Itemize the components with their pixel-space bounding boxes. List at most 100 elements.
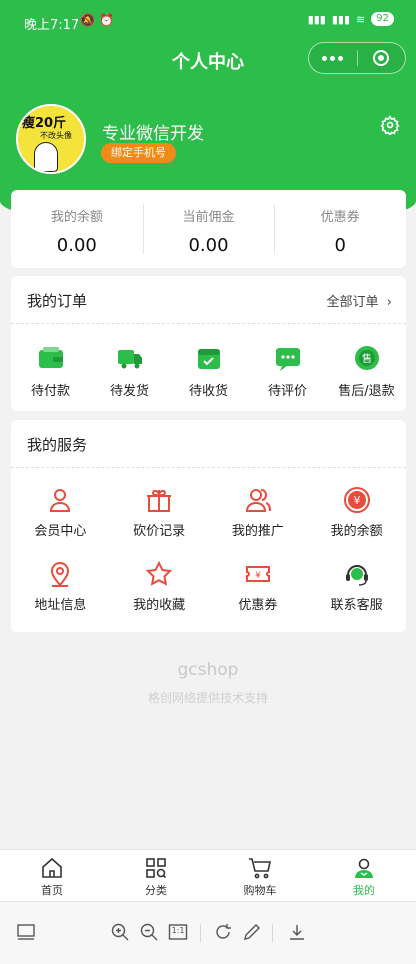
user-icon	[50, 489, 71, 512]
services-title: 我的服务	[27, 436, 88, 454]
my-services-card: 我的服务 会员中心 砍价记录 我的推广 ¥ 我的余额 地址信息 我的收藏 ¥ 优…	[11, 420, 406, 632]
more-dots-icon	[322, 55, 344, 61]
download-icon	[290, 925, 304, 940]
signal-icon: ▮▮▮	[307, 12, 326, 26]
footer-brand: gcshop	[177, 660, 239, 680]
star-icon	[145, 560, 173, 586]
order-after-sale[interactable]: 售 售后/退款	[327, 324, 406, 399]
user-nickname: 专业微信开发	[102, 124, 204, 144]
service-address[interactable]: 地址信息	[11, 542, 110, 616]
pencil-icon	[244, 924, 260, 940]
tab-cart[interactable]: 购物车	[208, 850, 312, 901]
order-item-label: 售后/退款	[338, 384, 395, 399]
download-button[interactable]	[287, 922, 307, 942]
coupon-icon: ¥	[245, 566, 270, 582]
service-item-label: 我的收藏	[133, 598, 186, 613]
battery-icon: 92	[371, 12, 394, 26]
stat-label: 当前佣金	[182, 210, 235, 225]
order-pending-shipment[interactable]: 待发货	[90, 324, 169, 399]
service-bargain-records[interactable]: 砍价记录	[110, 468, 209, 542]
settings-button[interactable]	[380, 115, 400, 137]
stat-value: 0.00	[188, 235, 229, 256]
stat-balance[interactable]: 我的余额 0.00	[11, 190, 143, 268]
status-time: 晚上7:17	[24, 18, 80, 33]
panel-icon	[17, 924, 35, 940]
order-item-label: 待收货	[188, 384, 228, 399]
profile-icon	[355, 858, 373, 878]
service-item-label: 地址信息	[34, 598, 87, 613]
service-item-label: 我的推广	[231, 524, 284, 539]
svg-text:¥: ¥	[353, 494, 360, 507]
wallet-icon	[38, 347, 63, 368]
signal-icon-2: ▮▮▮	[331, 12, 351, 26]
bind-phone-button[interactable]: 绑定手机号	[101, 143, 176, 163]
navbar: 个人中心	[0, 40, 416, 84]
stat-value: 0.00	[56, 235, 97, 256]
gift-icon	[147, 489, 172, 512]
chevron-right-icon: ›	[382, 295, 392, 310]
orders-title: 我的订单	[27, 292, 88, 310]
service-favorites[interactable]: 我的收藏	[110, 542, 209, 616]
footer-support-text: 格创网络提供技术支持	[147, 691, 268, 705]
order-pending-receipt[interactable]: 待收货	[169, 324, 248, 399]
stat-label: 我的余额	[50, 210, 103, 225]
stat-coupons[interactable]: 优惠券 0	[274, 190, 406, 268]
avatar[interactable]: 瘦20斤 不改头像	[16, 104, 86, 174]
balance-stats-card: 我的余额 0.00 当前佣金 0.00 优惠券 0	[11, 190, 406, 268]
truck-icon	[117, 350, 142, 369]
after-sale-icon: 售	[354, 346, 379, 370]
avatar-text-main: 瘦20斤	[22, 116, 67, 131]
service-my-balance[interactable]: ¥ 我的余额	[307, 468, 406, 542]
order-pending-payment[interactable]: 待付款	[11, 324, 90, 399]
zoom-in-button[interactable]	[110, 922, 130, 942]
zoom-reset-button[interactable]: 1:1	[168, 922, 188, 942]
status-bar: 晚上7:17 🔕⏰ ▮▮▮ ▮▮▮ ≋ 92	[0, 0, 416, 40]
mini-program-capsule	[308, 42, 406, 74]
location-pin-icon	[51, 562, 70, 587]
tab-label: 购物车	[243, 884, 277, 897]
comment-icon	[275, 348, 300, 371]
headset-icon	[345, 565, 368, 586]
close-mini-program-button[interactable]	[358, 43, 406, 73]
status-notification-icons: 🔕⏰	[80, 13, 118, 27]
category-icon	[146, 858, 167, 879]
service-coupons[interactable]: ¥ 优惠券	[209, 542, 308, 616]
edit-button[interactable]	[242, 922, 262, 942]
my-orders-card: 我的订单 全部订单 › 待付款 待发货 待收货 待评价 售 售后/退款	[11, 276, 406, 411]
zoom-out-icon	[140, 923, 158, 941]
stat-commission[interactable]: 当前佣金 0.00	[142, 190, 275, 268]
service-member-center[interactable]: 会员中心	[11, 468, 110, 542]
order-pending-review[interactable]: 待评价	[248, 324, 327, 399]
home-icon	[42, 857, 62, 878]
wifi-icon: ≋	[356, 12, 366, 26]
service-item-label: 会员中心	[34, 524, 87, 539]
zoom-reset-label: 1:1	[171, 926, 185, 935]
yen-coin-icon: ¥	[343, 487, 370, 513]
status-right-icons: ▮▮▮ ▮▮▮ ≋ 92	[308, 12, 394, 26]
tab-home[interactable]: 首页	[0, 850, 104, 901]
service-customer-support[interactable]: 联系客服	[307, 542, 406, 616]
toggle-panel-button[interactable]	[16, 922, 36, 942]
svg-text:¥: ¥	[255, 571, 261, 581]
more-button[interactable]	[309, 43, 357, 73]
service-item-label: 我的余额	[330, 524, 383, 539]
tab-category[interactable]: 分类	[104, 850, 208, 901]
order-item-label: 待发货	[109, 384, 149, 399]
zoom-out-button[interactable]	[139, 922, 159, 942]
stat-label: 优惠券	[320, 210, 360, 225]
service-item-label: 联系客服	[330, 598, 383, 613]
avatar-cartoon-figure	[34, 142, 58, 172]
service-my-promotion[interactable]: 我的推广	[209, 468, 308, 542]
order-item-label: 待付款	[30, 384, 70, 399]
service-item-label: 优惠券	[238, 598, 278, 613]
package-icon	[197, 349, 220, 369]
tab-label: 我的	[353, 884, 375, 897]
orders-header: 我的订单 全部订单 ›	[11, 276, 406, 324]
refresh-button[interactable]	[213, 922, 233, 942]
services-header: 我的服务	[11, 420, 406, 468]
zoom-in-icon	[111, 923, 129, 941]
refresh-icon	[216, 924, 231, 939]
all-orders-link[interactable]: 全部订单 ›	[327, 291, 393, 310]
target-icon	[373, 50, 390, 66]
tab-profile[interactable]: 我的	[312, 850, 416, 901]
